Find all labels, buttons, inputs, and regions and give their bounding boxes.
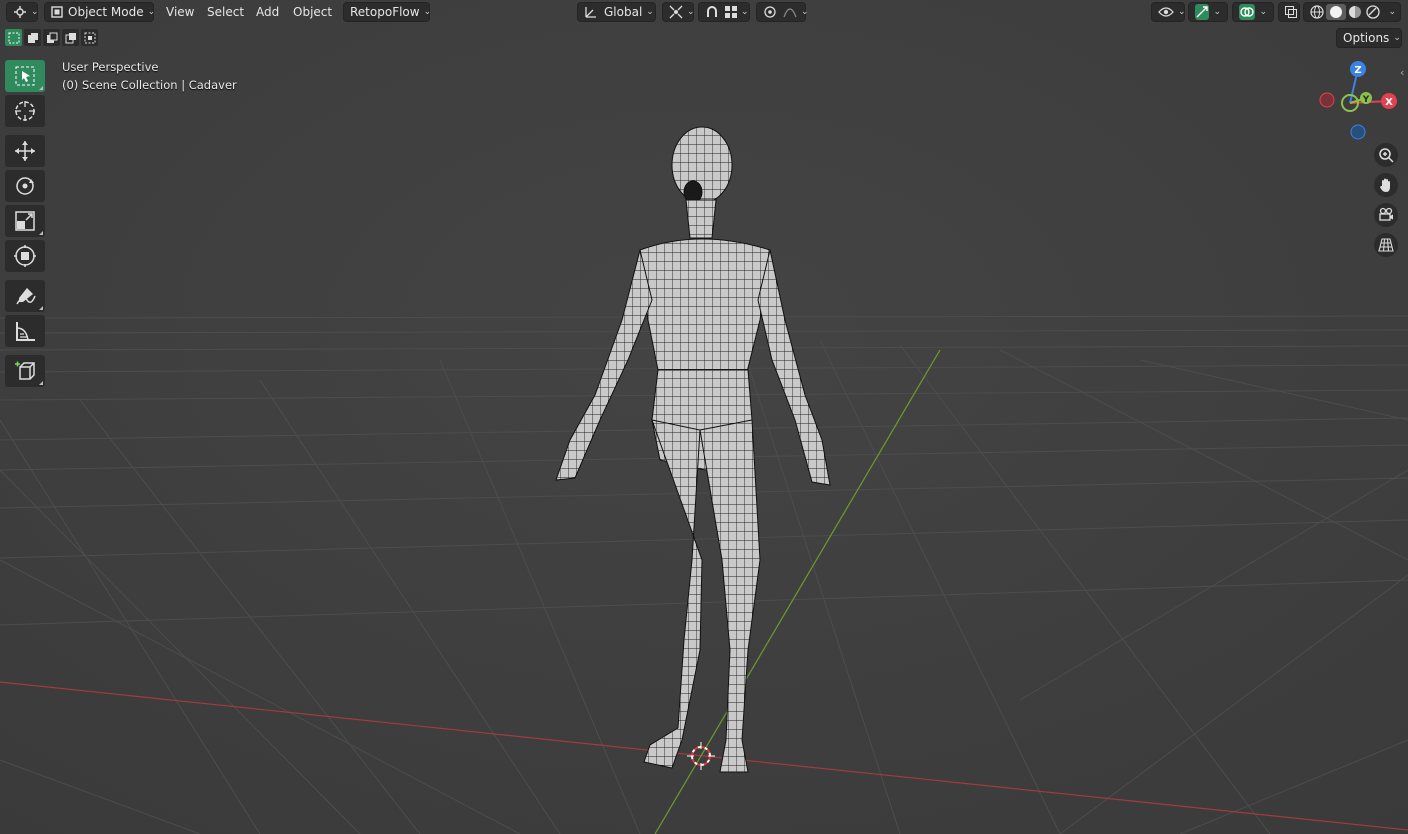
tool-options-corner xyxy=(39,231,43,235)
eye-icon xyxy=(1158,6,1174,18)
shading-group[interactable]: ⌄ xyxy=(1303,2,1401,22)
editor-type-icon xyxy=(13,5,27,19)
mode-label: Object Mode xyxy=(68,5,144,19)
xray-toggle[interactable] xyxy=(1278,2,1300,22)
chevron-down-icon: ⌄ xyxy=(1178,7,1186,17)
orientation-label: Global xyxy=(604,5,643,19)
gizmo-icon xyxy=(1195,4,1210,20)
tool-scale[interactable] xyxy=(5,205,45,237)
options-dropdown[interactable]: Options ⌄ xyxy=(1336,28,1402,48)
tool-rotate[interactable] xyxy=(5,170,45,202)
snap-group[interactable]: ⌄ xyxy=(698,2,750,22)
chevron-down-icon: ⌄ xyxy=(1213,7,1221,17)
viewport-canvas[interactable] xyxy=(0,0,1408,834)
tool-transform[interactable] xyxy=(5,240,45,272)
magnet-icon xyxy=(705,5,719,19)
grid-icon xyxy=(1378,237,1394,253)
viewport-header: ⌄ Object Mode ⌄ View Select Add Object R… xyxy=(0,0,1408,24)
z-neg-handle[interactable] xyxy=(1350,124,1366,140)
move-icon xyxy=(13,139,37,163)
hand-icon xyxy=(1378,177,1394,193)
falloff-curve-icon xyxy=(783,5,797,19)
proportional-editing-icon xyxy=(763,5,777,19)
pivot-icon xyxy=(669,5,683,19)
overlays-icon xyxy=(1239,4,1256,20)
chevron-down-icon: ⌄ xyxy=(741,7,749,17)
select-mode-group xyxy=(5,29,98,47)
menu-add[interactable]: Add xyxy=(250,3,285,21)
visibility-dropdown[interactable]: ⌄ xyxy=(1151,2,1186,22)
menu-view[interactable]: View xyxy=(160,3,200,21)
perspective-toggle-button[interactable] xyxy=(1374,233,1398,257)
select-extend-icon[interactable] xyxy=(24,29,41,46)
tool-annotate[interactable] xyxy=(5,280,45,312)
chevron-down-icon: ⌄ xyxy=(646,7,654,17)
camera-view-button[interactable] xyxy=(1374,203,1398,227)
collection-info: (0) Scene Collection | Cadaver xyxy=(62,78,237,92)
x-axis-label: X xyxy=(1385,97,1393,108)
xray-icon xyxy=(1285,6,1297,18)
view-name: User Perspective xyxy=(62,60,159,74)
chevron-down-icon: ⌄ xyxy=(801,7,809,17)
pivot-point-dropdown[interactable]: ⌄ xyxy=(662,2,695,22)
wireframe-shading-icon[interactable] xyxy=(1308,5,1326,19)
tool-cursor[interactable] xyxy=(5,95,45,127)
retopoflow-dropdown[interactable]: RetopoFlow ⌄ xyxy=(343,2,432,22)
tool-select-box[interactable] xyxy=(5,60,45,92)
options-label: Options xyxy=(1343,31,1390,45)
gizmo-toggle[interactable]: ⌄ xyxy=(1188,2,1228,22)
cursor-icon xyxy=(13,99,37,123)
navigation-gizmo[interactable]: Z X Y xyxy=(1310,56,1406,146)
sidebar-collapse-arrow[interactable]: ‹ xyxy=(1400,66,1408,80)
select-new-icon[interactable] xyxy=(5,29,22,46)
editor-type-button[interactable]: ⌄ xyxy=(6,2,39,22)
pan-button[interactable] xyxy=(1374,173,1398,197)
snap-grid-icon xyxy=(725,6,737,18)
material-shading-icon[interactable] xyxy=(1346,5,1364,19)
overlays-toggle[interactable]: ⌄ xyxy=(1232,2,1274,22)
rotate-icon xyxy=(13,174,37,198)
annotate-icon xyxy=(13,284,37,308)
menu-select[interactable]: Select xyxy=(201,3,250,21)
tool-measure[interactable] xyxy=(5,315,45,347)
tool-options-corner xyxy=(39,86,43,90)
chevron-down-icon: ⌄ xyxy=(423,7,432,17)
select-subtract-icon[interactable] xyxy=(43,29,60,46)
menu-object[interactable]: Object xyxy=(287,3,338,21)
tool-options-corner xyxy=(39,306,43,310)
proportional-editing-group[interactable]: ⌄ xyxy=(756,2,809,22)
mode-dropdown[interactable]: Object Mode ⌄ xyxy=(44,2,156,22)
retopoflow-label: RetopoFlow xyxy=(350,5,420,19)
chevron-down-icon: ⌄ xyxy=(1259,7,1267,17)
chevron-down-icon: ⌄ xyxy=(1388,7,1396,17)
select-box-icon xyxy=(15,66,35,86)
chevron-down-icon: ⌄ xyxy=(687,7,695,17)
y-axis-label: Y xyxy=(1362,95,1370,105)
z-axis-label: Z xyxy=(1354,65,1361,76)
chevron-down-icon: ⌄ xyxy=(1393,33,1401,43)
solid-shading-icon[interactable] xyxy=(1326,4,1346,20)
select-invert-icon[interactable] xyxy=(62,29,79,46)
add-cube-icon xyxy=(13,359,37,383)
select-intersect-icon[interactable] xyxy=(81,29,98,46)
3d-viewport[interactable] xyxy=(0,0,1408,834)
tool-options-corner xyxy=(39,381,43,385)
rendered-shading-icon[interactable] xyxy=(1364,5,1382,19)
transform-icon xyxy=(13,244,37,268)
orientation-icon xyxy=(584,5,598,19)
measure-icon xyxy=(14,320,36,342)
zoom-button[interactable] xyxy=(1374,143,1398,167)
tool-add-cube[interactable] xyxy=(5,355,45,387)
chevron-down-icon: ⌄ xyxy=(31,7,39,17)
scale-icon xyxy=(14,210,36,232)
object-mode-icon xyxy=(51,6,63,18)
chevron-down-icon: ⌄ xyxy=(147,7,156,17)
orientation-dropdown[interactable]: Global ⌄ xyxy=(577,2,656,22)
x-neg-handle[interactable] xyxy=(1319,92,1335,108)
zoom-icon xyxy=(1378,147,1394,163)
tool-move[interactable] xyxy=(5,135,45,167)
camera-icon xyxy=(1378,207,1394,223)
